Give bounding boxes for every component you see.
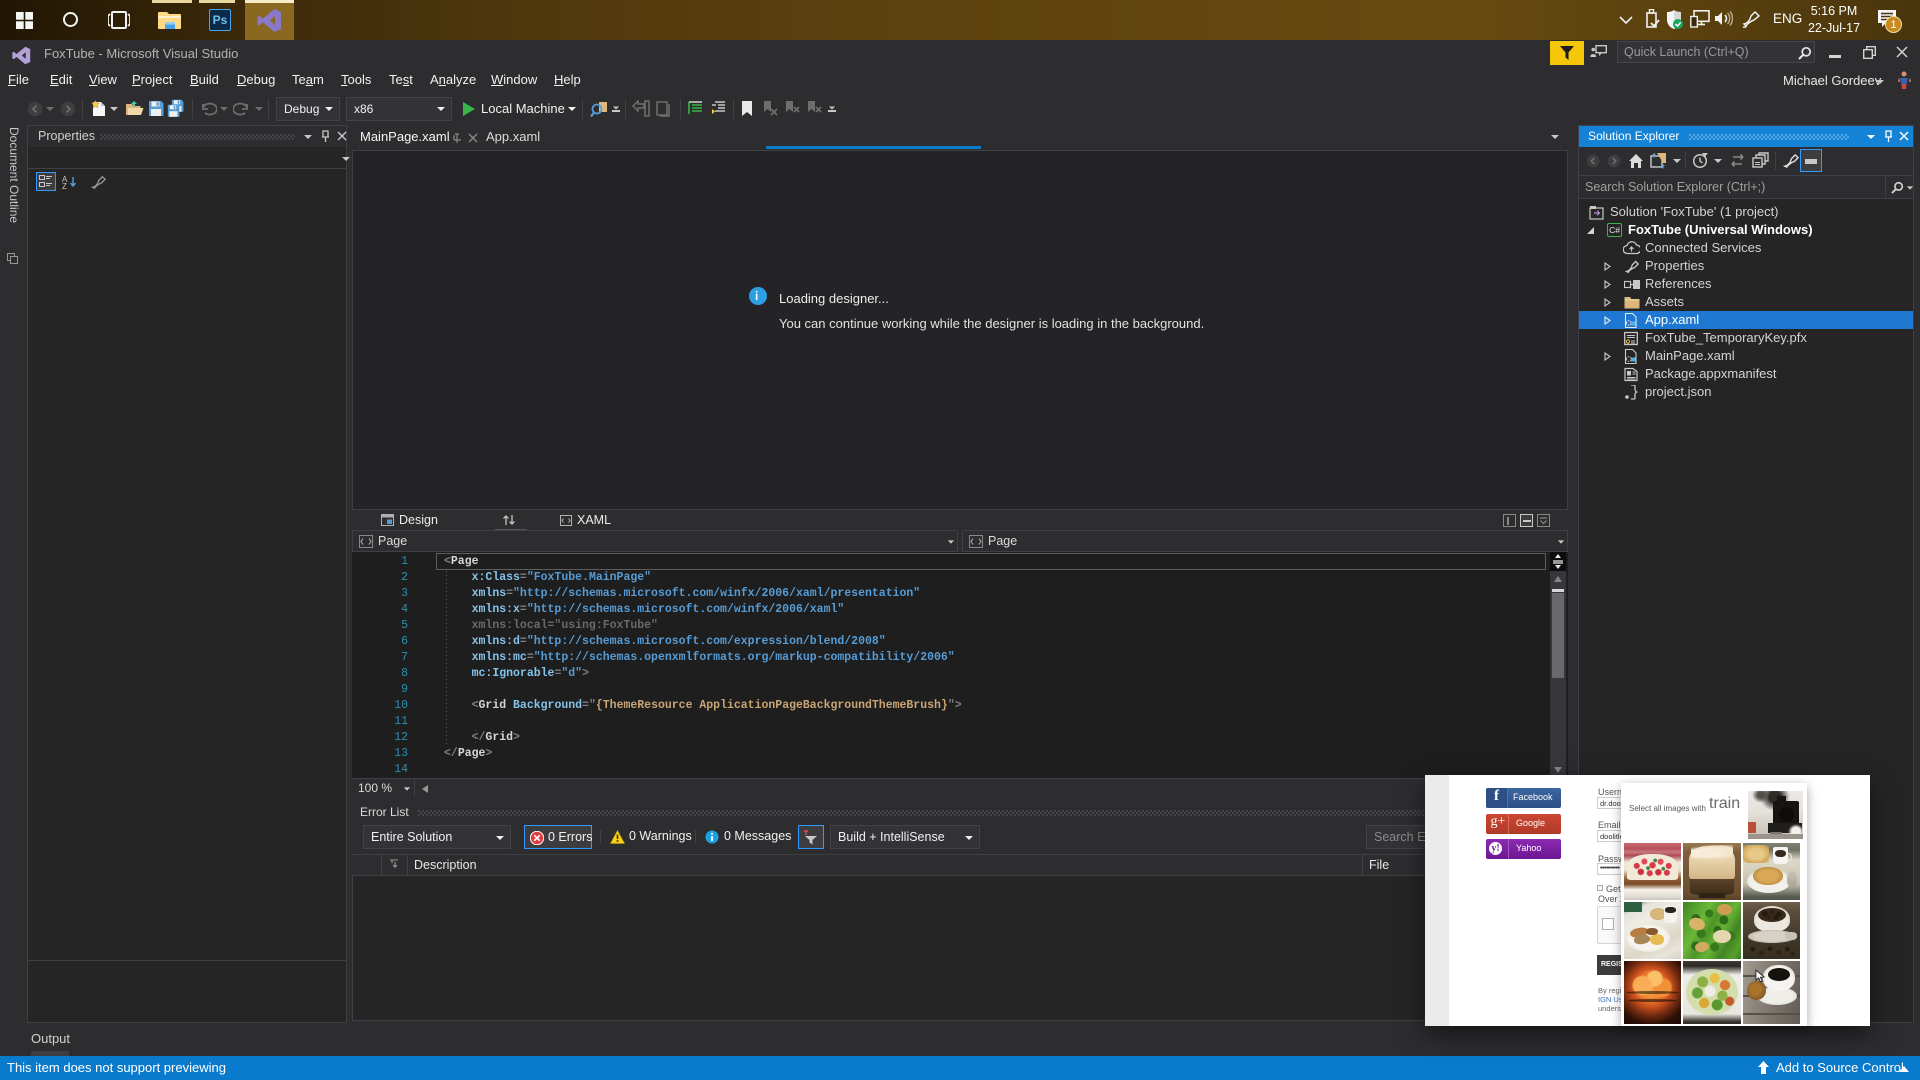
svg-text:Z: Z — [62, 182, 67, 189]
